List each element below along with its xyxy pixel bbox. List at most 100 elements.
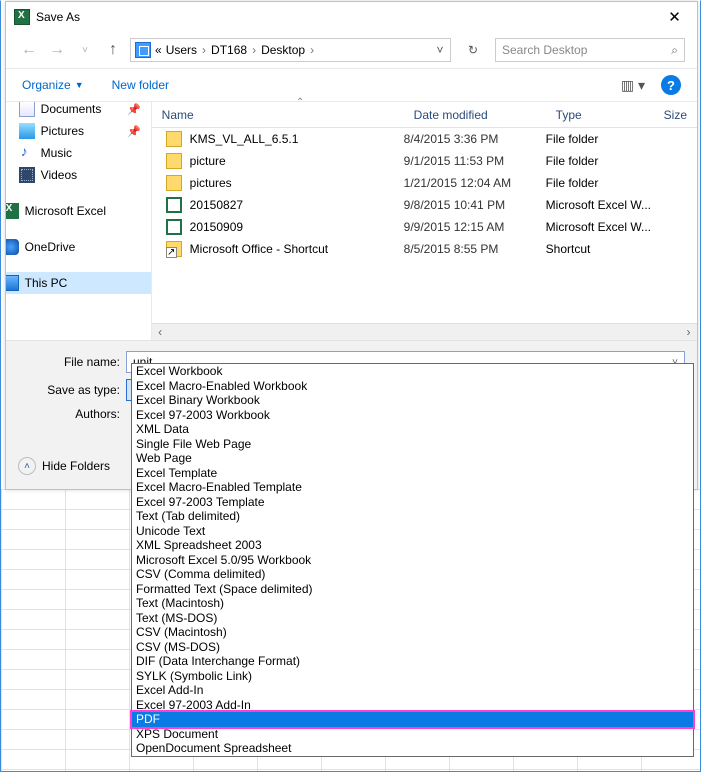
h-scrollbar[interactable]: ‹ › bbox=[152, 323, 697, 340]
recent-dropdown[interactable]: ˅ bbox=[74, 39, 96, 61]
cloud-icon bbox=[6, 239, 19, 255]
file-name: pictures bbox=[190, 176, 404, 190]
refresh-button[interactable]: ↻ bbox=[461, 38, 485, 62]
pic-icon bbox=[19, 123, 35, 139]
sidebar-item-documents[interactable]: Documents 📌 bbox=[6, 102, 151, 120]
address-dropdown-icon[interactable]: ˅ bbox=[430, 43, 450, 57]
dropdown-option[interactable]: Formatted Text (Space delimited) bbox=[132, 582, 693, 597]
dropdown-option[interactable]: XML Spreadsheet 2003 bbox=[132, 538, 693, 553]
file-row[interactable]: KMS_VL_ALL_6.5.18/4/2015 3:36 PMFile fol… bbox=[152, 128, 697, 150]
pc-icon bbox=[135, 42, 151, 58]
dropdown-option[interactable]: OpenDocument Spreadsheet bbox=[132, 741, 693, 756]
shortcut-icon bbox=[166, 241, 182, 257]
breadcrumb-sep: › bbox=[202, 43, 206, 57]
address-bar[interactable]: « Users › DT168 › Desktop › ˅ bbox=[130, 38, 451, 62]
vid-icon bbox=[19, 167, 35, 183]
file-row[interactable]: 201509099/9/2015 12:15 AMMicrosoft Excel… bbox=[152, 216, 697, 238]
col-type[interactable]: Type bbox=[546, 108, 654, 122]
save-type-label: Save as type: bbox=[18, 383, 126, 397]
sidebar-item-videos[interactable]: Videos bbox=[6, 164, 151, 186]
forward-button[interactable]: → bbox=[46, 39, 68, 61]
sidebar-item-this-pc[interactable]: This PC bbox=[6, 272, 151, 294]
file-name: KMS_VL_ALL_6.5.1 bbox=[190, 132, 404, 146]
col-size[interactable]: Size bbox=[654, 108, 697, 122]
dropdown-option[interactable]: Text (MS-DOS) bbox=[132, 611, 693, 626]
col-name[interactable]: Name bbox=[152, 108, 404, 122]
dropdown-option[interactable]: Text (Tab delimited) bbox=[132, 509, 693, 524]
xl-icon bbox=[166, 219, 182, 235]
toolbar: Organize ▼ New folder ▥ ▾ ? bbox=[6, 68, 697, 102]
sidebar-item-label: Documents bbox=[41, 102, 102, 116]
xl-icon bbox=[6, 203, 19, 219]
search-input[interactable]: Search Desktop ⌕ bbox=[495, 38, 685, 62]
pin-icon[interactable]: 📌 bbox=[127, 103, 141, 116]
view-button[interactable]: ▥ ▾ bbox=[621, 77, 645, 94]
dropdown-option[interactable]: SYLK (Symbolic Link) bbox=[132, 669, 693, 684]
collapse-icon[interactable]: ˄ bbox=[18, 457, 36, 475]
file-name: 20150909 bbox=[190, 220, 404, 234]
new-folder-button[interactable]: New folder bbox=[112, 78, 169, 92]
file-type: Microsoft Excel W... bbox=[546, 198, 664, 212]
dropdown-option[interactable]: XPS Document bbox=[132, 727, 693, 742]
save-type-dropdown[interactable]: Excel WorkbookExcel Macro-Enabled Workbo… bbox=[131, 363, 694, 757]
breadcrumb-prefix: « bbox=[155, 43, 162, 57]
hide-folders-button[interactable]: Hide Folders bbox=[42, 459, 110, 473]
sidebar-item-onedrive[interactable]: OneDrive bbox=[6, 236, 151, 258]
search-placeholder: Search Desktop bbox=[502, 43, 587, 57]
file-row[interactable]: 201508279/8/2015 10:41 PMMicrosoft Excel… bbox=[152, 194, 697, 216]
search-icon: ⌕ bbox=[671, 43, 678, 58]
dropdown-option[interactable]: Excel Add-In bbox=[132, 683, 693, 698]
dropdown-option[interactable]: Excel Macro-Enabled Workbook bbox=[132, 379, 693, 394]
dropdown-option[interactable]: Single File Web Page bbox=[132, 437, 693, 452]
dropdown-option[interactable]: Web Page bbox=[132, 451, 693, 466]
help-button[interactable]: ? bbox=[661, 75, 681, 95]
scroll-left-icon[interactable]: ‹ bbox=[152, 325, 169, 339]
dropdown-option[interactable]: XML Data bbox=[132, 422, 693, 437]
file-type: File folder bbox=[546, 132, 664, 146]
back-button[interactable]: ← bbox=[18, 39, 40, 61]
pin-icon[interactable]: 📌 bbox=[127, 125, 141, 138]
nav-tree: Documents 📌 Pictures 📌 MusicVideos Microsoft … bbox=[6, 102, 151, 340]
dropdown-option[interactable]: Microsoft Excel 5.0/95 Workbook bbox=[132, 553, 693, 568]
dropdown-option[interactable]: CSV (Macintosh) bbox=[132, 625, 693, 640]
breadcrumb-part[interactable]: Desktop bbox=[261, 43, 305, 57]
dropdown-option[interactable]: Excel 97-2003 Workbook bbox=[132, 408, 693, 423]
dropdown-option[interactable]: Excel Binary Workbook bbox=[132, 393, 693, 408]
file-row[interactable]: Microsoft Office - Shortcut8/5/2015 8:55… bbox=[152, 238, 697, 260]
scroll-right-icon[interactable]: › bbox=[680, 325, 697, 339]
dropdown-option[interactable]: Excel 97-2003 Template bbox=[132, 495, 693, 510]
dropdown-option[interactable]: Excel 97-2003 Add-In bbox=[132, 698, 693, 713]
dropdown-option[interactable]: Text (Macintosh) bbox=[132, 596, 693, 611]
excel-icon bbox=[14, 9, 30, 25]
up-button[interactable]: ↑ bbox=[102, 39, 124, 61]
file-type: Shortcut bbox=[546, 242, 664, 256]
sidebar-item-music[interactable]: Music bbox=[6, 142, 151, 164]
file-date: 9/8/2015 10:41 PM bbox=[404, 198, 546, 212]
dropdown-option[interactable]: Excel Workbook bbox=[132, 364, 693, 379]
folder-icon bbox=[166, 153, 182, 169]
sidebar-item-label: Pictures bbox=[41, 124, 84, 138]
dropdown-option[interactable]: Excel Template bbox=[132, 466, 693, 481]
dropdown-option[interactable]: CSV (Comma delimited) bbox=[132, 567, 693, 582]
dropdown-option[interactable]: Excel Macro-Enabled Template bbox=[132, 480, 693, 495]
breadcrumb-part[interactable]: DT168 bbox=[211, 43, 247, 57]
breadcrumb-sep: › bbox=[252, 43, 256, 57]
sidebar-item-pictures[interactable]: Pictures 📌 bbox=[6, 120, 151, 142]
close-button[interactable]: ✕ bbox=[652, 2, 697, 32]
file-type: File folder bbox=[546, 154, 664, 168]
dropdown-option[interactable]: CSV (MS-DOS) bbox=[132, 640, 693, 655]
file-row[interactable]: picture9/1/2015 11:53 PMFile folder bbox=[152, 150, 697, 172]
organize-button[interactable]: Organize ▼ bbox=[22, 78, 84, 92]
file-row[interactable]: pictures1/21/2015 12:04 AMFile folder bbox=[152, 172, 697, 194]
dropdown-option[interactable]: DIF (Data Interchange Format) bbox=[132, 654, 693, 669]
authors-label: Authors: bbox=[18, 407, 126, 421]
sidebar-item-microsoft-excel[interactable]: Microsoft Excel bbox=[6, 200, 151, 222]
dropdown-option[interactable]: Unicode Text bbox=[132, 524, 693, 539]
file-name: 20150827 bbox=[190, 198, 404, 212]
dropdown-option[interactable]: PDF bbox=[132, 712, 693, 727]
column-header-row: Name Date modified Type Size bbox=[152, 102, 697, 128]
breadcrumb-part[interactable]: Users bbox=[166, 43, 197, 57]
file-name: Microsoft Office - Shortcut bbox=[190, 242, 404, 256]
col-date[interactable]: Date modified bbox=[404, 108, 546, 122]
file-date: 8/4/2015 3:36 PM bbox=[404, 132, 546, 146]
